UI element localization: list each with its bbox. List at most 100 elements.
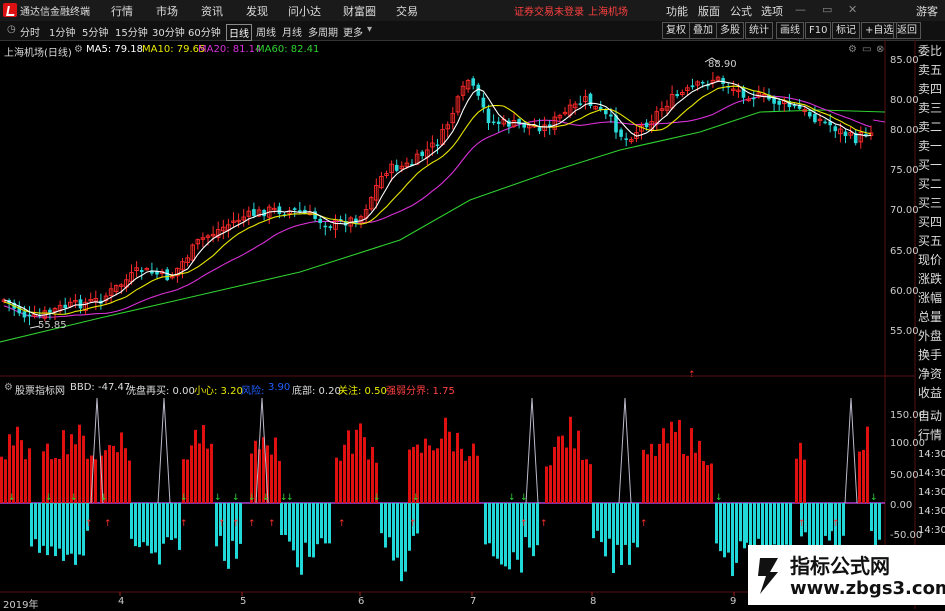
bbd-bar-up (795, 458, 798, 503)
menu-trade[interactable]: 交易 (396, 3, 418, 19)
bbd-bar-up (468, 456, 471, 503)
menu-formula[interactable]: 公式 (730, 3, 752, 19)
clock-icon: ◷ (7, 24, 16, 35)
adjust-button[interactable]: 复权 (662, 22, 690, 39)
bbd-bar-down (520, 503, 523, 573)
rp-turnover[interactable]: 换手 (918, 346, 945, 365)
f10-button[interactable]: F10 (805, 22, 832, 39)
bbd-bar-up (20, 440, 23, 503)
rp-sell1[interactable]: 卖一 (918, 137, 945, 156)
price-tick: 65.00 (890, 246, 919, 257)
period-60min[interactable]: 60分钟 (188, 24, 221, 39)
rp-auto[interactable]: 自动 (918, 407, 945, 426)
red-arrow: ↑ (232, 519, 240, 529)
rp-buy1[interactable]: 买一 (918, 156, 945, 175)
period-1min[interactable]: 1分钟 (49, 24, 75, 39)
bbd-bar-up (799, 442, 802, 503)
period-daily[interactable]: 日线 (226, 24, 252, 41)
menu-assistant[interactable]: 问小达 (288, 3, 321, 19)
login-notice[interactable]: 证券交易未登录 (514, 3, 584, 18)
guest-label[interactable]: 游客 (916, 3, 938, 19)
menu-wealth[interactable]: 财富圈 (343, 3, 376, 19)
period-weekly[interactable]: 周线 (256, 24, 276, 39)
menu-market[interactable]: 市场 (156, 3, 178, 19)
draw-button[interactable]: 画线 (776, 22, 804, 39)
bbd-bar-down (488, 503, 491, 544)
candle-body (63, 304, 67, 308)
red-arrow: ↑ (180, 519, 188, 529)
menu-layout[interactable]: 版面 (698, 3, 720, 19)
rp-weibi[interactable]: 委比 (918, 42, 945, 61)
gear-icon[interactable]: ⚙ (74, 44, 83, 55)
rp-netasset[interactable]: 净资 (918, 365, 945, 384)
rp-sell5[interactable]: 卖五 (918, 61, 945, 80)
mark-button[interactable]: 标记 (832, 22, 860, 39)
rp-volume[interactable]: 总量 (918, 308, 945, 327)
rp-earnings[interactable]: 收益 (918, 384, 945, 403)
bbd-bar-down (34, 503, 37, 540)
chevron-down-icon[interactable]: ▾ (367, 24, 372, 35)
candle-body (298, 210, 302, 212)
rp-change-pct[interactable]: 涨幅 (918, 289, 945, 308)
stats-button[interactable]: 统计 (745, 22, 773, 39)
bbd-bar-down (30, 503, 33, 547)
candle-body (48, 309, 52, 313)
bbd-bar-up (585, 459, 588, 503)
period-5min[interactable]: 5分钟 (82, 24, 108, 39)
bbd-bar-down (308, 503, 311, 557)
expand-icon[interactable]: ▭ (862, 44, 871, 55)
menu-function[interactable]: 功能 (666, 3, 688, 19)
period-monthly[interactable]: 月线 (282, 24, 302, 39)
rp-price[interactable]: 现价 (918, 251, 945, 270)
restore-icon[interactable]: ▭ (822, 3, 832, 16)
close-panel-icon[interactable]: ⊗ (876, 44, 884, 55)
red-arrow: ↑ (248, 519, 256, 529)
rp-sell2[interactable]: 卖二 (918, 118, 945, 137)
bbd-bar-up (16, 426, 19, 503)
high-annotation: 88.90 (708, 59, 737, 70)
rp-time: 14:30 (918, 525, 945, 536)
period-multi[interactable]: 多周期 (308, 24, 338, 39)
candle-body (277, 206, 282, 214)
menu-options[interactable]: 选项 (761, 3, 783, 19)
period-more[interactable]: 更多 (343, 24, 363, 39)
x-tick: 9 (730, 596, 737, 607)
period-intraday[interactable]: 分时 (20, 24, 40, 39)
menu-quote[interactable]: 行情 (111, 3, 133, 19)
bbd-bar-down (842, 503, 845, 536)
candle-body (420, 151, 424, 157)
rp-change[interactable]: 涨跌 (918, 270, 945, 289)
red-arrow: ↑ (338, 519, 346, 529)
rp-outer[interactable]: 外盘 (918, 327, 945, 346)
bbd-bar-down (62, 503, 65, 561)
bbd-bar-down (504, 503, 507, 567)
rp-buy2[interactable]: 买二 (918, 175, 945, 194)
bbd-bar-down (280, 503, 283, 536)
rp-buy4[interactable]: 买四 (918, 213, 945, 232)
bbd-bar-down (596, 503, 599, 531)
close-icon[interactable]: ✕ (848, 3, 857, 16)
rp-sell4[interactable]: 卖四 (918, 80, 945, 99)
period-30min[interactable]: 30分钟 (152, 24, 185, 39)
add-watchlist-button[interactable]: +自选 (861, 22, 898, 39)
rp-buy3[interactable]: 买三 (918, 194, 945, 213)
overlay-button[interactable]: 叠加 (689, 22, 717, 39)
period-15min[interactable]: 15分钟 (115, 24, 148, 39)
back-button[interactable]: 返回 (893, 22, 921, 39)
bbd-bar-down (632, 503, 635, 543)
fx-value: 3.90 (268, 382, 291, 393)
minimize-icon[interactable]: — (795, 3, 806, 16)
indicator-gear-icon[interactable]: ⚙ (4, 382, 13, 393)
settings-icon[interactable]: ⚙ (848, 44, 857, 55)
menu-discover[interactable]: 发现 (246, 3, 268, 19)
rp-quote[interactable]: 行情 (918, 426, 945, 445)
kline-chart[interactable]: ↓ ↓ ↓ ↓ ↓ ↓ ↓ ↓ ↓ ↓↓ ↓ ↓ ↓ ↓ ↓ ↓↑ ↑ ↑ ↑ ↑ ↑ ↑ ↑ ↑ ↑ ↑ ↑ ↑ ↑⇡ (0, 40, 945, 609)
red-arrow: ↑ (520, 519, 528, 529)
bbd-bar-up (198, 443, 201, 503)
rp-buy5[interactable]: 买五 (918, 232, 945, 251)
bbd-bar-down (130, 503, 133, 539)
menu-news[interactable]: 资讯 (201, 3, 223, 19)
multi-stock-button[interactable]: 多股 (716, 22, 744, 39)
bbd-bar-up (682, 453, 685, 503)
rp-sell3[interactable]: 卖三 (918, 99, 945, 118)
